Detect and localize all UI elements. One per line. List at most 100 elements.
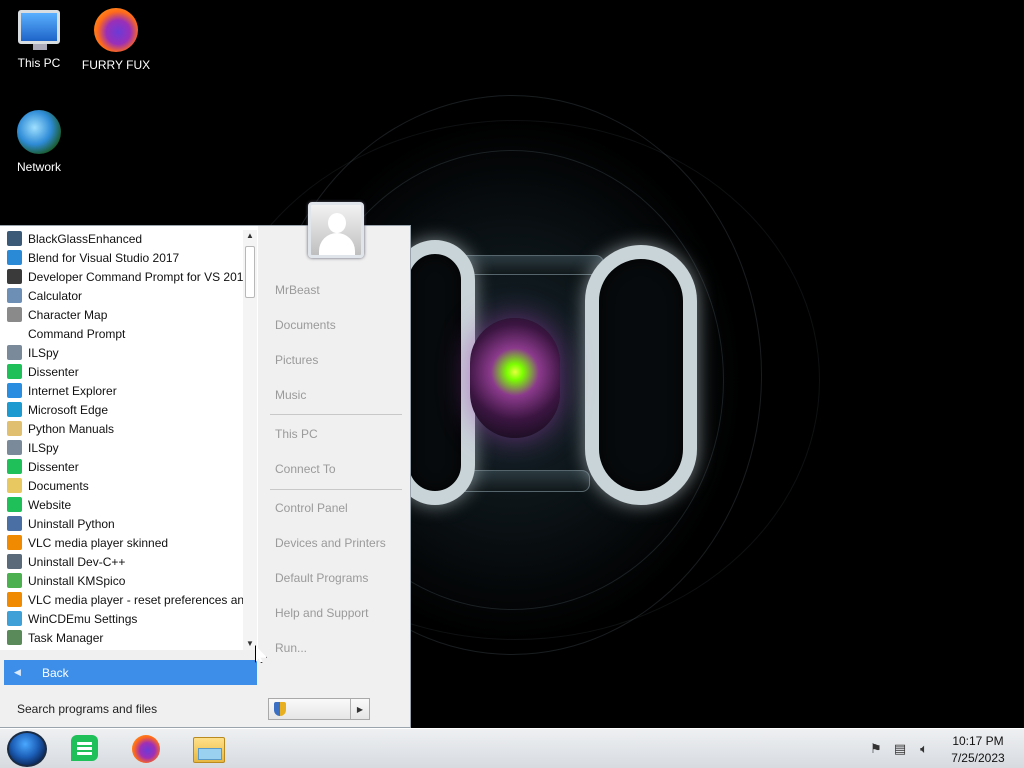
link-pictures[interactable]: Pictures [275, 353, 318, 367]
program-item[interactable]: Uninstall Python [0, 514, 243, 533]
taskbar-app-dissenter[interactable] [68, 733, 102, 765]
program-label: Uninstall Python [28, 516, 115, 531]
python-uninstall-icon [7, 516, 22, 531]
blend-icon [7, 250, 22, 265]
desktop-icon-label: FURRY FUX [81, 58, 151, 72]
taskbar-app-firefox[interactable] [129, 733, 163, 765]
program-item[interactable]: Website [0, 495, 243, 514]
link-run[interactable]: Run... [275, 641, 307, 655]
shutdown-button[interactable] [269, 699, 351, 719]
volume-icon[interactable]: 🔈︎ [916, 741, 932, 757]
shutdown-options-arrow-icon[interactable]: ▶ [351, 699, 369, 719]
taskbar: ⚑ ▤ 🔈︎ 10:17 PM 7/25/2023 [0, 728, 1024, 768]
dissenter-icon [71, 735, 98, 761]
program-item[interactable]: Internet Explorer [0, 381, 243, 400]
program-list: BlackGlassEnhanced Blend for Visual Studi… [0, 226, 258, 647]
link-music[interactable]: Music [275, 388, 306, 402]
divider [270, 414, 402, 415]
firefox-icon [132, 735, 160, 763]
divider [270, 489, 402, 490]
program-item[interactable]: Calculator [0, 286, 243, 305]
program-label: Dissenter [28, 459, 79, 474]
program-label: ILSpy [28, 345, 59, 360]
link-default-programs[interactable]: Default Programs [275, 571, 368, 585]
clock-time[interactable]: 10:17 PM [940, 734, 1016, 748]
desktop-icon-network[interactable]: Network [3, 110, 75, 174]
clock-date[interactable]: 7/25/2023 [940, 751, 1016, 765]
search-input[interactable]: Search programs and files [4, 696, 257, 722]
character-map-icon [7, 307, 22, 322]
dissenter-icon [7, 364, 22, 379]
desktop-icon-label: Network [16, 160, 61, 174]
program-item[interactable]: Blend for Visual Studio 2017 [0, 248, 243, 267]
program-item[interactable]: Command Prompt [0, 324, 243, 343]
edge-icon [7, 402, 22, 417]
scroll-up-arrow-icon[interactable]: ▲ [243, 230, 257, 242]
program-label: Task Manager [28, 630, 104, 645]
back-button[interactable]: ◀ Back [4, 660, 257, 685]
desktop-icon-label: This PC [17, 56, 61, 70]
program-item[interactable]: Character Map [0, 305, 243, 324]
program-item[interactable]: Task Manager [0, 628, 243, 647]
program-label: Python Manuals [28, 421, 115, 436]
user-avatar[interactable] [308, 202, 364, 258]
documents-icon [7, 478, 22, 493]
program-label: Blend for Visual Studio 2017 [28, 250, 180, 265]
program-label: Website [28, 497, 72, 512]
devcpp-uninstall-icon [7, 554, 22, 569]
link-connect-to[interactable]: Connect To [275, 462, 336, 476]
link-documents[interactable]: Documents [275, 318, 336, 332]
link-control-panel[interactable]: Control Panel [275, 501, 348, 515]
vlc-icon [7, 592, 22, 607]
desktop-icon-this-pc[interactable]: This PC [3, 10, 75, 70]
program-item[interactable]: Uninstall Dev-C++ [0, 552, 243, 571]
program-item[interactable]: ILSpy [0, 438, 243, 457]
program-label: Internet Explorer [28, 383, 117, 398]
scrollbar-thumb[interactable] [245, 246, 255, 298]
back-label: Back [42, 665, 69, 680]
link-mrbeast[interactable]: MrBeast [275, 283, 320, 297]
program-item[interactable]: BlackGlassEnhanced [0, 229, 243, 248]
program-label: Command Prompt [28, 326, 126, 341]
program-item[interactable]: Python Manuals [0, 419, 243, 438]
program-item[interactable]: ILSpy [0, 343, 243, 362]
calculator-icon [7, 288, 22, 303]
link-this-pc[interactable]: This PC [275, 427, 318, 441]
start-button[interactable] [7, 731, 47, 767]
command-prompt-icon [7, 269, 22, 284]
back-arrow-icon: ◀ [14, 667, 21, 677]
program-item[interactable]: VLC media player skinned [0, 533, 243, 552]
file-explorer-icon [193, 737, 225, 763]
avatar-head [328, 213, 346, 233]
program-item[interactable]: Dissenter [0, 457, 243, 476]
desktop-icon-furry-fux[interactable]: FURRY FUX [80, 8, 152, 72]
program-label: Uninstall Dev-C++ [28, 554, 126, 569]
all-programs-pane: BlackGlassEnhanced Blend for Visual Studi… [0, 226, 258, 650]
kmspico-uninstall-icon [7, 573, 22, 588]
program-label: VLC media player - reset preferences and… [28, 592, 243, 607]
ilspy-icon [7, 345, 22, 360]
program-item[interactable]: Uninstall KMSpico [0, 571, 243, 590]
program-label: Calculator [28, 288, 83, 303]
blank-icon [7, 326, 22, 341]
action-center-flag-icon[interactable]: ⚑ [868, 741, 884, 757]
program-item[interactable]: Dissenter [0, 362, 243, 381]
program-item[interactable]: Documents [0, 476, 243, 495]
network-icon[interactable]: ▤ [892, 741, 908, 757]
link-help-and-support[interactable]: Help and Support [275, 606, 368, 620]
vlc-icon [7, 535, 22, 550]
python-manuals-icon [7, 421, 22, 436]
taskbar-app-file-explorer[interactable] [191, 733, 225, 765]
program-list-scrollbar[interactable]: ▲ ▼ [243, 230, 257, 650]
program-item[interactable]: Developer Command Prompt for VS 2017 [0, 267, 243, 286]
scroll-down-arrow-icon[interactable]: ▼ [243, 638, 257, 650]
wallpaper-right-pod [585, 245, 697, 505]
program-item[interactable]: Microsoft Edge [0, 400, 243, 419]
program-label: Microsoft Edge [28, 402, 109, 417]
network-globe-icon [17, 110, 61, 154]
dissenter-icon [7, 459, 22, 474]
shield-icon [274, 702, 286, 716]
link-devices-and-printers[interactable]: Devices and Printers [275, 536, 386, 550]
program-item[interactable]: VLC media player - reset preferences and… [0, 590, 243, 609]
program-item[interactable]: WinCDEmu Settings [0, 609, 243, 628]
